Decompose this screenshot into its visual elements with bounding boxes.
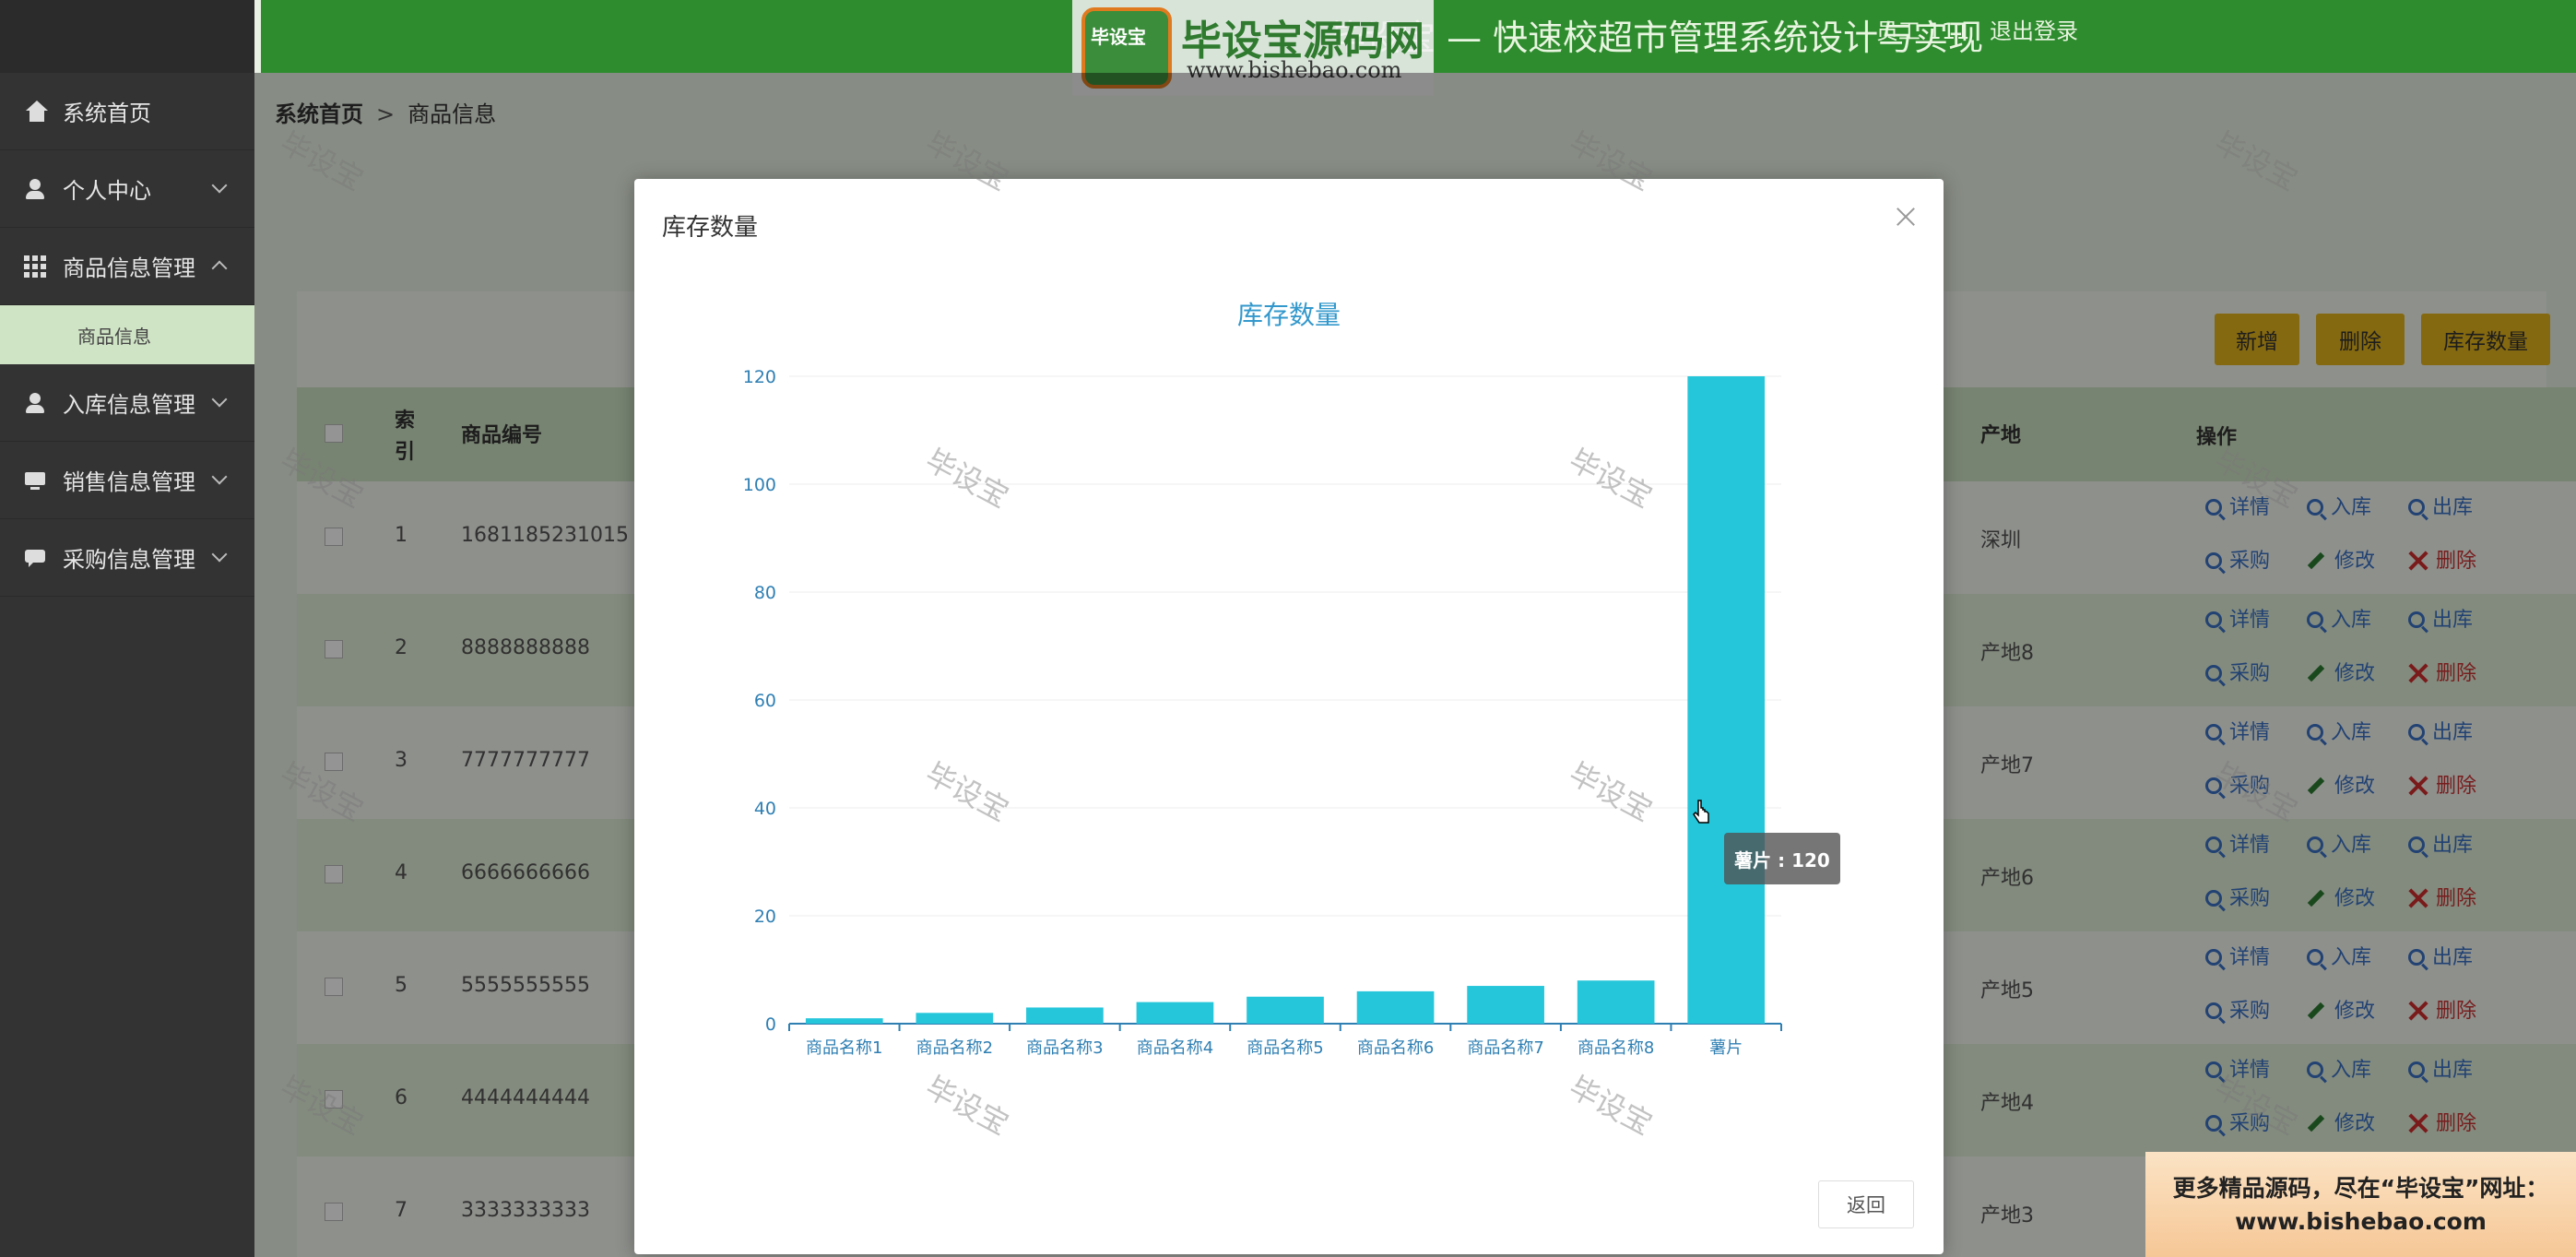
sidebar-item-label: 入库信息管理 xyxy=(63,392,195,418)
promo-line-2: www.bishebao.com xyxy=(2235,1208,2487,1235)
sidebar-item-label: 销售信息管理 xyxy=(63,469,195,495)
bar[interactable] xyxy=(805,1018,883,1024)
promo-line-1: 更多精品源码，尽在“毕设宝”网址： xyxy=(2172,1175,2549,1202)
bar[interactable] xyxy=(916,1013,994,1024)
home-icon xyxy=(24,100,48,123)
bar[interactable] xyxy=(1687,376,1766,1024)
sidebar-item-label: 商品信息管理 xyxy=(63,255,195,281)
x-tick-label: 商品名称7 xyxy=(1467,1038,1543,1058)
sidebar: 系统首页 个人中心 商品信息管理 商品信息 入库信息管理 销售信息管理 采购信息… xyxy=(0,0,254,1257)
sidebar-item-sales[interactable]: 销售信息管理 xyxy=(0,442,254,519)
sidebar-item-label: 个人中心 xyxy=(63,178,151,204)
sidebar-item-stock-in[interactable]: 入库信息管理 xyxy=(0,364,254,442)
grid-icon xyxy=(24,255,46,278)
y-tick-label: 20 xyxy=(754,907,776,927)
chevron-up-icon xyxy=(211,260,228,277)
bar[interactable] xyxy=(1026,1007,1104,1024)
y-tick-label: 40 xyxy=(754,799,776,819)
promo-banner[interactable]: 更多精品源码，尽在“毕设宝”网址： www.bishebao.com xyxy=(2145,1152,2576,1257)
y-tick-label: 100 xyxy=(743,475,776,495)
sidebar-subitem-product-info[interactable]: 商品信息 xyxy=(0,305,254,364)
y-tick-label: 60 xyxy=(754,691,776,711)
logo-mark-text: 毕设宝 xyxy=(1091,26,1146,48)
y-tick-label: 0 xyxy=(765,1014,776,1035)
user-name: 员工 111 xyxy=(1875,18,1970,44)
chat-icon xyxy=(24,547,46,569)
sidebar-item-label: 系统首页 xyxy=(63,101,151,126)
x-tick-label: 薯片 xyxy=(1709,1038,1743,1058)
x-tick-label: 商品名称3 xyxy=(1026,1038,1103,1058)
x-tick-label: 商品名称4 xyxy=(1137,1038,1213,1058)
stock-quantity-modal: 库存数量 库存数量 0 20 40 60 80 100 120 商品名称1 商品名称2 商品名称3… xyxy=(634,179,1944,1254)
sidebar-item-label: 采购信息管理 xyxy=(63,547,195,573)
user-icon xyxy=(24,178,46,200)
bar[interactable] xyxy=(1247,996,1324,1024)
y-tick-label: 80 xyxy=(754,583,776,603)
user-area: 员工 111 退出登录 xyxy=(1863,13,2078,45)
chevron-down-icon xyxy=(211,391,228,408)
chevron-down-icon xyxy=(211,546,228,563)
sidebar-item-home[interactable]: 系统首页 xyxy=(0,73,254,150)
sidebar-top xyxy=(0,0,254,73)
hand-cursor-icon xyxy=(1693,800,1709,824)
monitor-icon xyxy=(24,469,46,492)
logout-link[interactable]: 退出登录 xyxy=(1990,18,2078,44)
sidebar-item-profile[interactable]: 个人中心 xyxy=(0,150,254,228)
x-tick-label: 商品名称6 xyxy=(1357,1038,1434,1058)
x-tick-label: 商品名称8 xyxy=(1578,1038,1654,1058)
top-header: 毕设宝 — 快速校超市管理系统设计与实现 员工 111 退出登录 毕设宝 毕设宝… xyxy=(261,0,2576,96)
x-tick-label: 商品名称5 xyxy=(1247,1038,1323,1058)
bar-chart: 0 20 40 60 80 100 120 商品名称1 商品名称2 商品名称3 商品名称4 商品名称5… xyxy=(743,367,1782,1058)
y-tick-label: 120 xyxy=(743,367,776,387)
back-button[interactable]: 返回 xyxy=(1818,1180,1914,1228)
sidebar-item-product-management[interactable]: 商品信息管理 xyxy=(0,228,254,305)
bar[interactable] xyxy=(1577,980,1655,1024)
user-icon xyxy=(24,392,46,414)
x-tick-label: 商品名称1 xyxy=(806,1038,882,1058)
chart-tooltip: 薯片 : 120 xyxy=(1724,833,1840,884)
x-tick-label: 商品名称2 xyxy=(916,1038,993,1058)
bar[interactable] xyxy=(1467,986,1544,1024)
bar[interactable] xyxy=(1136,1002,1214,1024)
sidebar-item-purchase[interactable]: 采购信息管理 xyxy=(0,519,254,597)
bar[interactable] xyxy=(1356,990,1435,1024)
chevron-down-icon xyxy=(211,468,228,485)
chevron-down-icon xyxy=(211,177,228,194)
